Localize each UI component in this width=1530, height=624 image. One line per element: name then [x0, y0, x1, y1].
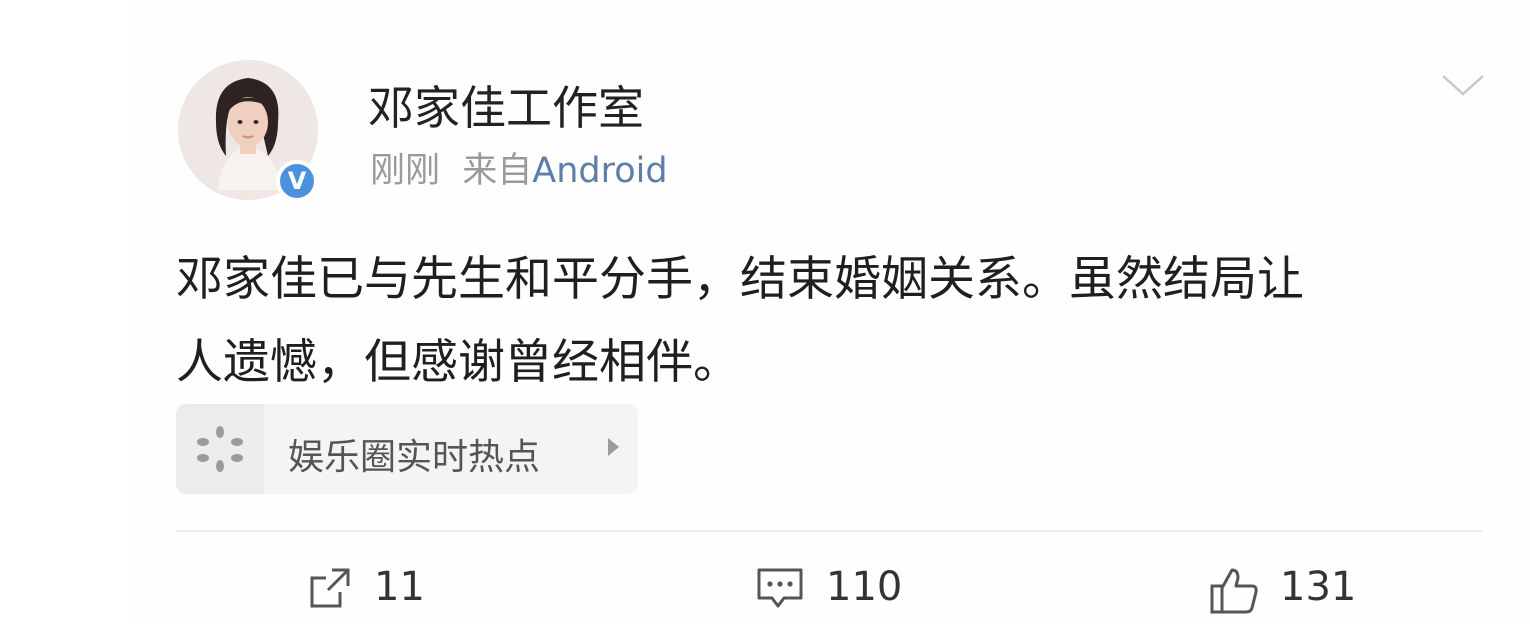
- like-button[interactable]: 131: [1208, 560, 1378, 616]
- like-count: 131: [1280, 564, 1357, 610]
- triangle-right-icon: [608, 438, 619, 456]
- post-time: 刚刚: [370, 151, 441, 191]
- topic-icon-container: [176, 404, 264, 494]
- comment-count: 110: [826, 564, 903, 610]
- source-prefix: 来自: [462, 151, 533, 191]
- post-meta: 刚刚 来自Android: [370, 142, 668, 193]
- post-content-line-2: 人遗憾，但感谢曾经相伴。: [176, 335, 740, 390]
- comment-button[interactable]: 110: [754, 560, 924, 616]
- topic-label: 娱乐圈实时热点: [288, 437, 541, 478]
- author-name[interactable]: 邓家佳工作室: [368, 72, 644, 138]
- post-content: 邓家佳已与先生和平分手，结束婚姻关系。虽然结局让 人遗憾，但感谢曾经相伴。: [176, 238, 1506, 404]
- topic-card[interactable]: 娱乐圈实时热点: [176, 404, 638, 494]
- repost-button[interactable]: 11: [306, 560, 446, 616]
- post-source[interactable]: Android: [532, 151, 667, 191]
- chevron-down-icon[interactable]: [1440, 70, 1486, 100]
- share-icon: [310, 568, 350, 608]
- sparkle-dots-icon: [197, 426, 243, 472]
- post-content-line-1: 邓家佳已与先生和平分手，结束婚姻关系。虽然结局让: [176, 252, 1304, 307]
- weibo-post-card: V 邓家佳工作室 刚刚 来自Android 邓家佳已与先生和平分手，结束婚姻关系…: [130, 0, 1530, 624]
- comment-icon: [757, 568, 803, 608]
- verified-badge-icon: V: [276, 160, 318, 202]
- thumbs-up-icon: [1210, 568, 1258, 614]
- repost-count: 11: [374, 564, 425, 610]
- divider: [176, 530, 1482, 532]
